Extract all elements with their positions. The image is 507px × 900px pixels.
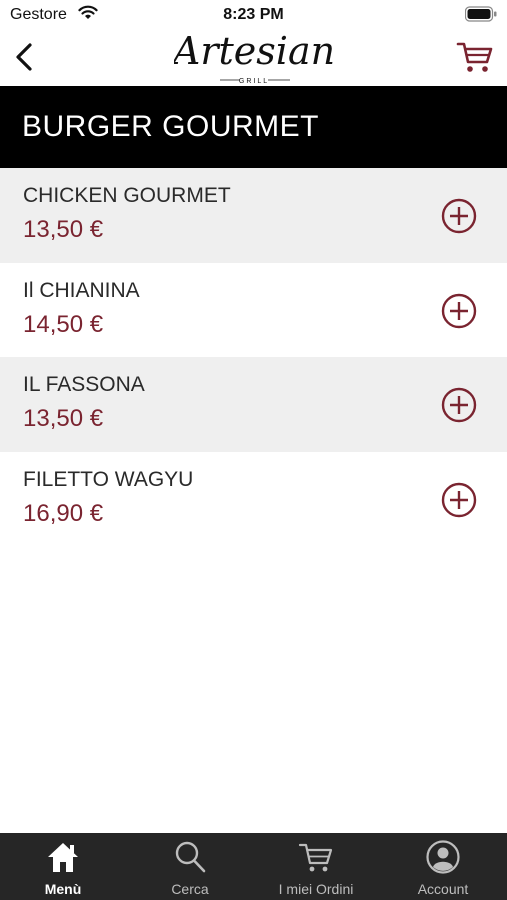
tab-orders[interactable]: I miei Ordini bbox=[253, 833, 379, 900]
tab-bar: Menù Cerca I miei Ordini Account bbox=[0, 833, 507, 900]
cart-button[interactable] bbox=[455, 38, 495, 76]
add-to-cart-icon[interactable] bbox=[441, 482, 477, 518]
product-name: CHICKEN GOURMET bbox=[23, 184, 231, 207]
account-icon bbox=[426, 840, 460, 874]
logo-subtitle: GRILL bbox=[239, 78, 269, 85]
add-to-cart-icon[interactable] bbox=[441, 387, 477, 423]
tab-label: I miei Ordini bbox=[278, 881, 354, 897]
product-row[interactable]: Il CHIANINA 14,50 € bbox=[0, 263, 507, 358]
tab-menu[interactable]: Menù bbox=[0, 833, 126, 900]
back-button[interactable] bbox=[10, 40, 40, 74]
product-name: FILETTO WAGYU bbox=[23, 467, 194, 491]
category-title: BURGER GOURMET bbox=[22, 110, 320, 143]
tab-account[interactable]: Account bbox=[380, 833, 506, 900]
tab-label: Cerca bbox=[171, 881, 209, 897]
add-to-cart-icon[interactable] bbox=[441, 198, 477, 234]
battery-icon bbox=[465, 6, 497, 22]
product-price: 13,50 € bbox=[23, 216, 104, 243]
tab-search[interactable]: Cerca bbox=[127, 833, 253, 900]
product-list: CHICKEN GOURMET 13,50 € Il CHIANINA 14,5… bbox=[0, 168, 507, 546]
product-price: 13,50 € bbox=[23, 405, 104, 432]
product-row[interactable]: IL FASSONA 13,50 € bbox=[0, 357, 507, 452]
tab-label: Menù bbox=[44, 881, 82, 897]
search-icon bbox=[175, 841, 206, 873]
product-name: Il CHIANINA bbox=[23, 278, 140, 302]
tab-label: Account bbox=[417, 881, 469, 897]
product-row[interactable]: CHICKEN GOURMET 13,50 € bbox=[0, 168, 507, 263]
cart-icon bbox=[298, 843, 333, 872]
nav-bar: Artesian GRILL bbox=[0, 29, 507, 86]
logo-script: Artesian bbox=[174, 29, 334, 73]
product-price: 16,90 € bbox=[23, 499, 104, 527]
product-name: IL FASSONA bbox=[23, 373, 145, 396]
product-price: 14,50 € bbox=[23, 310, 104, 338]
add-to-cart-icon[interactable] bbox=[441, 293, 477, 329]
artesian-grill-logo: Artesian GRILL bbox=[174, 29, 334, 85]
home-icon bbox=[48, 843, 78, 872]
product-row[interactable]: FILETTO WAGYU 16,90 € bbox=[0, 452, 507, 547]
category-header: BURGER GOURMET bbox=[0, 86, 507, 168]
clock: 8:23 PM bbox=[223, 6, 284, 23]
